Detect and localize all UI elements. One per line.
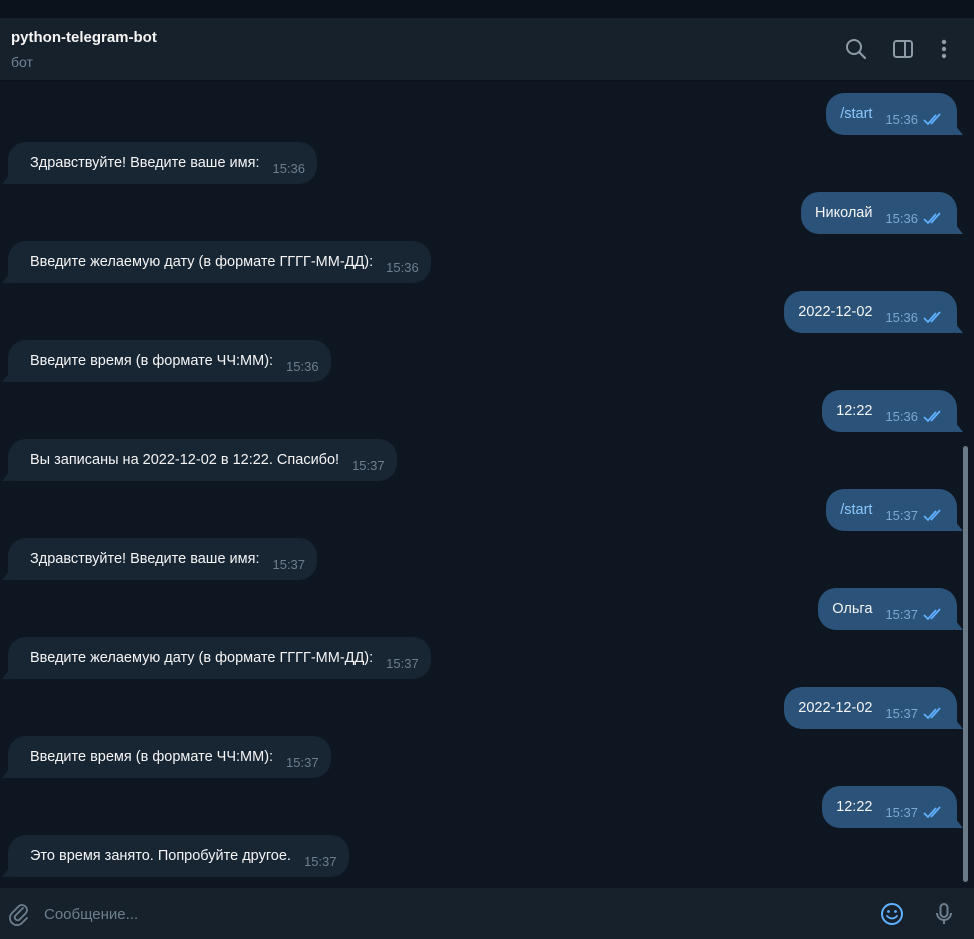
paperclip-icon[interactable] xyxy=(6,901,32,927)
message-time: 15:36 xyxy=(885,111,918,127)
message-time: 15:37 xyxy=(885,507,918,523)
search-icon[interactable] xyxy=(843,36,869,62)
message-text: Николай xyxy=(815,205,873,221)
double-check-icon xyxy=(923,211,945,225)
message-time: 15:37 xyxy=(885,705,918,721)
chat-title[interactable]: python-telegram-bot xyxy=(11,29,157,46)
message-outgoing[interactable]: 2022-12-02 15:37 xyxy=(784,687,963,729)
message-incoming[interactable]: Введите желаемую дату (в формате ГГГГ-ММ… xyxy=(2,637,431,679)
message-time: 15:37 xyxy=(272,556,306,572)
message-incoming[interactable]: Вы записаны на 2022-12-02 в 12:22. Спаси… xyxy=(2,439,397,481)
message-text: 12:22 xyxy=(836,403,873,419)
message-list[interactable]: /start 15:36 Здравствуйте! Введите ваше … xyxy=(0,82,974,888)
double-check-icon xyxy=(923,706,945,720)
double-check-icon xyxy=(923,112,945,126)
message-time: 15:37 xyxy=(386,655,419,671)
more-vertical-icon[interactable] xyxy=(931,36,957,62)
message-outgoing[interactable]: /start 15:36 xyxy=(826,93,963,135)
message-time: 15:36 xyxy=(272,160,306,176)
message-incoming[interactable]: Введите время (в формате ЧЧ:ММ): 15:36 xyxy=(2,340,331,382)
emoji-icon[interactable] xyxy=(879,901,905,927)
message-text: Здравствуйте! Введите ваше имя: xyxy=(30,155,260,171)
message-text[interactable]: /start xyxy=(840,106,872,122)
message-outgoing[interactable]: Ольга 15:37 xyxy=(818,588,963,630)
message-time: 15:36 xyxy=(885,210,918,226)
message-time: 15:37 xyxy=(885,804,918,820)
message-text: Введите желаемую дату (в формате ГГГГ-ММ… xyxy=(30,254,374,270)
message-time: 15:37 xyxy=(303,853,337,869)
message-time: 15:37 xyxy=(885,606,918,622)
message-composer xyxy=(0,888,974,939)
message-outgoing[interactable]: 12:22 15:36 xyxy=(822,390,963,432)
message-text: Введите желаемую дату (в формате ГГГГ-ММ… xyxy=(30,650,374,666)
double-check-icon xyxy=(923,409,945,423)
scrollbar-thumb[interactable] xyxy=(963,446,968,882)
message-time: 15:36 xyxy=(885,408,918,424)
message-text: Это время занято. Попробуйте другое. xyxy=(30,848,291,864)
message-incoming[interactable]: Это время занято. Попробуйте другое. 15:… xyxy=(2,835,349,877)
message-time: 15:36 xyxy=(286,358,319,374)
message-text: Здравствуйте! Введите ваше имя: xyxy=(30,551,260,567)
message-outgoing[interactable]: /start 15:37 xyxy=(826,489,963,531)
double-check-icon xyxy=(923,805,945,819)
message-text: 2022-12-02 xyxy=(798,700,873,716)
message-text: Ольга xyxy=(832,601,873,617)
message-incoming[interactable]: Здравствуйте! Введите ваше имя: 15:37 xyxy=(1,538,318,580)
message-incoming[interactable]: Введите желаемую дату (в формате ГГГГ-ММ… xyxy=(2,241,431,283)
chat-scrollbar[interactable] xyxy=(961,86,970,886)
double-check-icon xyxy=(923,310,945,324)
message-input[interactable] xyxy=(44,898,844,930)
microphone-icon[interactable] xyxy=(931,901,957,927)
chat-header: python-telegram-bot бот xyxy=(0,18,974,81)
message-text: Введите время (в формате ЧЧ:ММ): xyxy=(30,353,274,369)
message-time: 15:36 xyxy=(386,259,419,275)
message-outgoing[interactable]: Николай 15:36 xyxy=(801,192,963,234)
message-text: 12:22 xyxy=(836,799,873,815)
window-top-strip xyxy=(0,0,974,18)
sidebar-panel-icon[interactable] xyxy=(890,36,916,62)
message-incoming[interactable]: Введите время (в формате ЧЧ:ММ): 15:37 xyxy=(2,736,331,778)
message-time: 15:37 xyxy=(286,754,319,770)
double-check-icon xyxy=(923,607,945,621)
message-text: Вы записаны на 2022-12-02 в 12:22. Спаси… xyxy=(30,452,340,468)
message-time: 15:36 xyxy=(885,309,918,325)
message-time: 15:37 xyxy=(352,457,385,473)
message-incoming[interactable]: Здравствуйте! Введите ваше имя: 15:36 xyxy=(1,142,318,184)
chat-subtitle: бот xyxy=(11,54,33,70)
message-text[interactable]: /start xyxy=(840,502,872,518)
message-outgoing[interactable]: 12:22 15:37 xyxy=(822,786,963,828)
double-check-icon xyxy=(923,508,945,522)
message-text: 2022-12-02 xyxy=(798,304,873,320)
message-text: Введите время (в формате ЧЧ:ММ): xyxy=(30,749,274,765)
message-outgoing[interactable]: 2022-12-02 15:36 xyxy=(784,291,963,333)
